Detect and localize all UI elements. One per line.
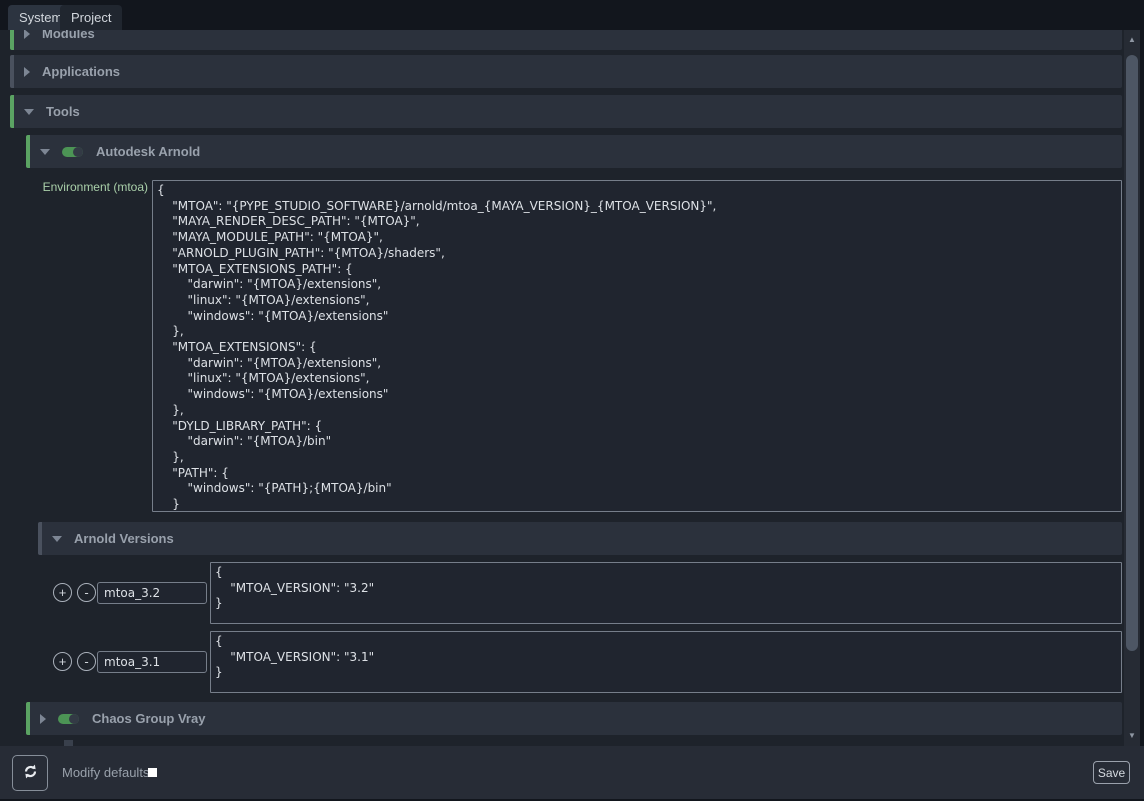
section-title-arnold-versions: Arnold Versions [74,531,174,546]
environment-mtoa-label: Environment (mtoa) [10,180,148,194]
remove-version-button[interactable]: - [77,583,96,602]
section-header-autodesk-arnold[interactable]: Autodesk Arnold [26,135,1122,168]
section-header-applications[interactable]: Applications [10,55,1122,88]
section-title-autodesk-arnold: Autodesk Arnold [96,144,200,159]
expand-right-icon[interactable] [24,67,30,77]
version-environment-textarea[interactable]: { "MTOA_VERSION": "3.1" } [210,631,1122,693]
refresh-button[interactable] [12,755,48,791]
section-title-chaos-group-vray: Chaos Group Vray [92,711,205,726]
modify-defaults-label: Modify defaults [62,746,149,799]
expand-right-icon[interactable] [40,714,46,724]
vertical-scrollbar[interactable]: ▲ ▼ [1124,30,1140,746]
section-header-modules[interactable]: Modules [10,30,1122,50]
section-header-chaos-group-vray[interactable]: Chaos Group Vray [26,702,1122,735]
version-name-input[interactable] [97,582,207,604]
add-version-button[interactable]: + [53,652,72,671]
scroll-down-icon[interactable]: ▼ [1124,728,1140,744]
section-header-arnold-versions[interactable]: Arnold Versions [38,522,1122,555]
section-header-tools[interactable]: Tools [10,95,1122,128]
arnold-enabled-toggle[interactable] [62,147,83,157]
environment-mtoa-textarea[interactable]: { "MTOA": "{PYPE_STUDIO_SOFTWARE}/arnold… [152,180,1122,512]
toggle-knob-icon [73,147,83,157]
expand-right-icon[interactable] [24,30,30,39]
section-title-applications: Applications [42,64,120,79]
settings-scroll-area: Modules Applications Tools Autodesk Arno… [0,30,1140,746]
version-environment-textarea[interactable]: { "MTOA_VERSION": "3.2" } [210,562,1122,624]
remove-version-button[interactable]: - [77,652,96,671]
vray-enabled-toggle[interactable] [58,714,79,724]
save-button[interactable]: Save [1093,761,1130,784]
section-title-modules: Modules [42,30,95,41]
collapse-down-icon[interactable] [52,536,62,542]
refresh-icon [22,763,39,783]
footer-bar: Modify defaults Save [0,746,1144,799]
tab-bar: System Project [0,0,1144,30]
scrollbar-thumb[interactable] [1126,55,1138,651]
add-version-button[interactable]: + [53,583,72,602]
version-name-input[interactable] [97,651,207,673]
collapse-down-icon[interactable] [40,149,50,155]
scroll-up-icon[interactable]: ▲ [1124,32,1140,48]
section-title-tools: Tools [46,104,80,119]
collapse-down-icon[interactable] [24,109,34,115]
toggle-knob-icon [69,714,79,724]
tab-project[interactable]: Project [60,5,122,30]
modify-defaults-checkbox[interactable] [148,768,157,777]
